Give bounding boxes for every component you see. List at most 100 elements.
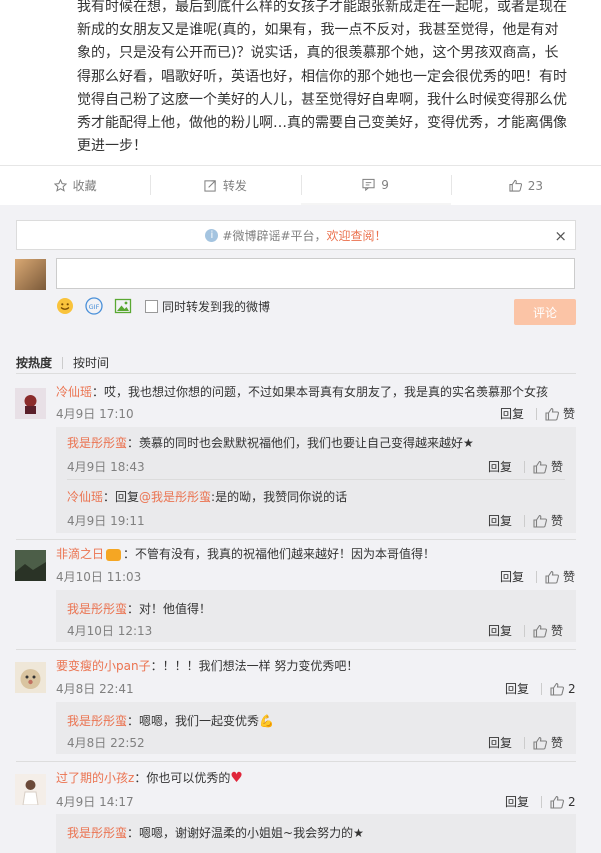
comment-ops: 回复 赞 [500, 568, 575, 585]
reply-author[interactable]: 冷仙瑶 [67, 490, 103, 504]
post-action-bar: 收藏 转发 9 23 [0, 165, 601, 206]
sync-repost-label: 同时转发到我的微博 [162, 299, 271, 314]
reply-body: ：嗯嗯，我们一起变优秀 [127, 714, 260, 728]
avatar[interactable] [15, 662, 46, 693]
divider [16, 539, 576, 540]
ops-divider [524, 624, 526, 637]
comment-author[interactable]: 要变瘦的小pan子 [56, 659, 151, 673]
comment-ops: 回复 赞 [500, 405, 575, 422]
reply-list: 我是彤彤蛮：对！他值得！ 4月10日 12:13 回复 赞 [56, 590, 576, 642]
thumbs-up-icon[interactable] [550, 682, 565, 696]
reply-button[interactable]: 回复 [488, 622, 512, 639]
comment-time: 4月9日 17:10 [56, 407, 134, 421]
reply-button[interactable]: 回复 [505, 680, 529, 697]
comment-text: 要变瘦的小pan子：！！！我们想法一样 努力变优秀吧！ [56, 657, 358, 674]
divider [16, 761, 576, 762]
divider [67, 479, 565, 480]
thumbs-up-icon[interactable] [533, 736, 548, 750]
ops-divider [536, 570, 538, 583]
like-label[interactable]: 赞 [551, 734, 563, 751]
reply-text: 我是彤彤蛮：对！他值得！ [67, 600, 211, 617]
reply-button[interactable]: 回复 [500, 568, 524, 585]
reply-list: 我是彤彤蛮：羡慕的同时也会默默祝福他们，我们也要让自己变得越来越好★ 4月9日 … [56, 427, 576, 533]
reply-body: :是的呦，我赞同你说的话 [211, 490, 348, 504]
repost-label: 转发 [222, 179, 247, 193]
divider [16, 373, 576, 374]
thumbs-up-icon [509, 179, 522, 192]
reply-author[interactable]: 我是彤彤蛮 [67, 436, 127, 450]
comment-text: 冷仙瑶：哎，我也想过你想的问题，不过如果本哥真有女朋友了，我是真的实名羡慕那个女… [56, 383, 548, 400]
comment-input[interactable] [56, 258, 575, 289]
comment-body: ：！！！我们想法一样 努力变优秀吧！ [150, 659, 359, 673]
image-icon[interactable] [114, 297, 132, 315]
like-label[interactable]: 赞 [551, 458, 563, 475]
like-label[interactable]: 赞 [563, 405, 575, 422]
avatar[interactable] [15, 774, 46, 806]
close-icon[interactable]: × [554, 227, 567, 245]
notice-link[interactable]: 欢迎查阅！ [327, 227, 387, 244]
reply-button[interactable]: 回复 [500, 405, 524, 422]
sync-repost-checkbox[interactable] [145, 299, 158, 313]
heart-icon: ♥ [230, 770, 243, 786]
comment-like-count[interactable]: 2 [568, 795, 576, 809]
thumbs-up-icon[interactable] [545, 407, 560, 421]
tab-sort-time[interactable]: 按时间 [73, 354, 109, 371]
tab-sort-hot[interactable]: 按热度 [16, 354, 52, 371]
thumbs-up-icon[interactable] [550, 795, 565, 809]
comment-text: 过了期的小孩z：你也可以优秀的♥ [56, 769, 243, 786]
ops-divider [536, 407, 538, 420]
reply-author[interactable]: 我是彤彤蛮 [67, 602, 127, 616]
comment-icon [362, 178, 375, 191]
reply-text: 我是彤彤蛮：嗯嗯，我们一起变优秀💪 [67, 712, 274, 729]
reply-button[interactable]: 回复 [488, 458, 512, 475]
comments-section: i #微博辟谣#平台， 欢迎查阅！ × GIF 同时转发到我的微博 评论 按热度… [0, 205, 601, 853]
like-label[interactable]: 赞 [563, 568, 575, 585]
thumbs-up-icon[interactable] [533, 514, 548, 528]
thumbs-up-icon[interactable] [533, 460, 548, 474]
ops-divider [524, 460, 526, 473]
reply-button[interactable]: 回复 [488, 512, 512, 529]
like-button[interactable]: 23 [450, 166, 601, 205]
reply-author[interactable]: 我是彤彤蛮 [67, 714, 127, 728]
comment-count: 9 [381, 177, 389, 192]
comment-body: ：你也可以优秀的 [134, 771, 231, 785]
thumbs-up-icon[interactable] [533, 624, 548, 638]
ops-divider [524, 514, 526, 527]
comment-author[interactable]: 过了期的小孩z [56, 771, 134, 785]
reply-button[interactable]: 回复 [505, 793, 529, 810]
ops-divider [524, 736, 526, 749]
comment-ops: 回复 2 [505, 793, 576, 810]
star-icon: ★ [463, 436, 474, 450]
sort-divider [62, 356, 64, 369]
reply-ops: 回复 赞 [488, 734, 563, 751]
reply-author[interactable]: 我是彤彤蛮 [67, 826, 127, 840]
star-icon [53, 179, 67, 192]
comment-body: ：不管有没有，我真的祝福他们越来越好！因为本哥值得！ [123, 547, 436, 561]
comment-like-count[interactable]: 2 [568, 682, 576, 696]
reply-time: 4月9日 19:11 [67, 514, 145, 528]
mention-link[interactable]: @我是彤彤蛮 [139, 490, 211, 504]
my-avatar [15, 259, 46, 290]
repost-button[interactable]: 转发 [150, 166, 300, 205]
like-label[interactable]: 赞 [551, 622, 563, 639]
ops-divider [541, 682, 543, 695]
sort-tabs: 按热度 按时间 [16, 354, 109, 371]
avatar[interactable] [15, 388, 46, 419]
like-label[interactable]: 赞 [551, 512, 563, 529]
flex-muscle-icon: 💪 [259, 714, 274, 728]
gif-icon[interactable]: GIF [85, 297, 103, 315]
avatar[interactable] [15, 550, 46, 581]
reply-time: 4月8日 22:52 [67, 736, 145, 750]
comment-author[interactable]: 冷仙瑶 [56, 385, 92, 399]
thumbs-up-icon[interactable] [545, 570, 560, 584]
favorite-button[interactable]: 收藏 [0, 166, 150, 205]
comment-author[interactable]: 非滴之日 [56, 547, 104, 561]
emoji-icon[interactable] [56, 297, 74, 315]
reply-button[interactable]: 回复 [488, 734, 512, 751]
comment-button[interactable]: 9 [300, 166, 451, 205]
comment-time: 4月8日 22:41 [56, 682, 134, 696]
comment-body: ：哎，我也想过你想的问题，不过如果本哥真有女朋友了，我是真的实名羡慕那个女孩 [92, 385, 549, 399]
reply-body: ：羡慕的同时也会默默祝福他们，我们也要让自己变得越来越好 [127, 436, 464, 450]
ops-divider [541, 795, 543, 808]
submit-comment-button[interactable]: 评论 [514, 299, 576, 325]
